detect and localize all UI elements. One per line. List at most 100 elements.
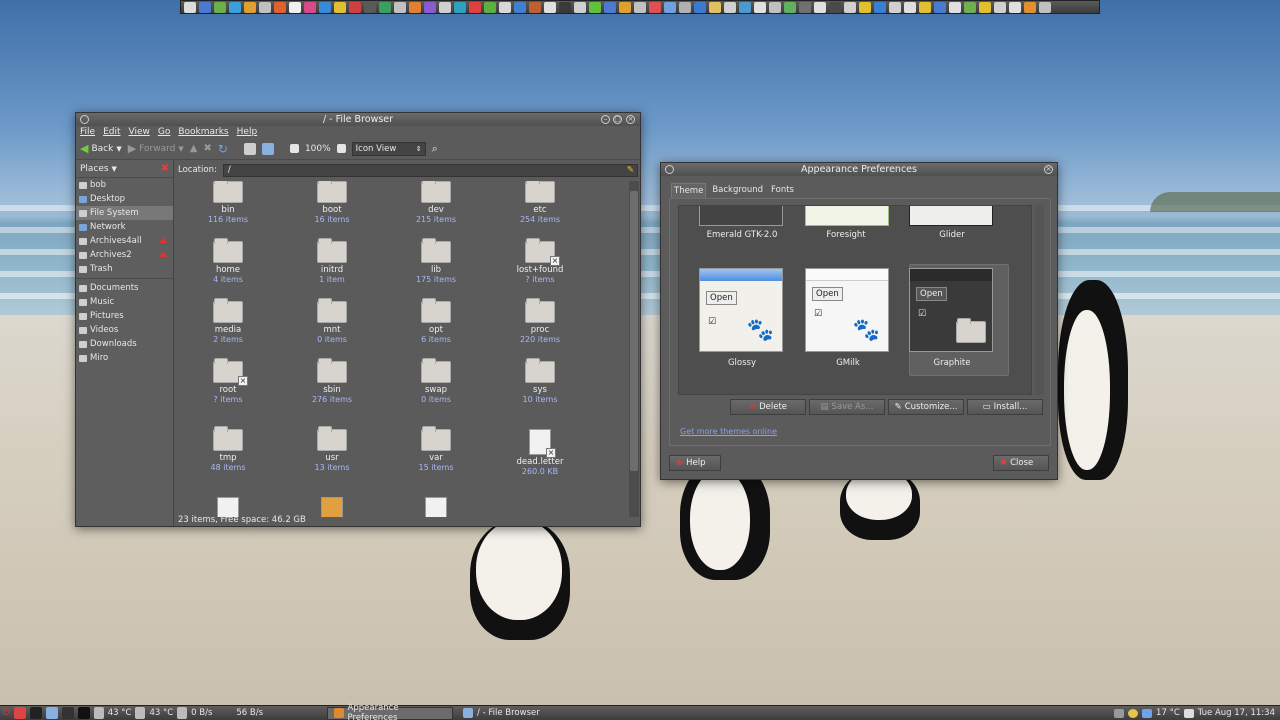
file-item[interactable]: initrd 1 item xyxy=(282,238,382,284)
launcher-icon[interactable] xyxy=(619,1,631,13)
launcher-icon[interactable] xyxy=(859,1,871,13)
file-item[interactable]: swap 0 items xyxy=(386,358,486,404)
launcher-icon[interactable] xyxy=(484,1,496,13)
menu-view[interactable]: View xyxy=(129,126,150,138)
launcher-icon[interactable] xyxy=(889,1,901,13)
launcher-icon[interactable] xyxy=(964,1,976,13)
place-trash[interactable]: Trash xyxy=(76,262,173,276)
launcher-icon[interactable] xyxy=(184,1,196,13)
theme-preview-foresight[interactable] xyxy=(805,206,889,226)
tab-fonts[interactable]: Fonts xyxy=(769,183,796,198)
launcher-icon[interactable] xyxy=(739,1,751,13)
launcher-icon[interactable] xyxy=(1024,1,1036,13)
launcher-icon[interactable] xyxy=(199,1,211,13)
launcher-icon[interactable] xyxy=(694,1,706,13)
search-icon[interactable]: ⌕ xyxy=(432,142,438,156)
place-desktop[interactable]: Desktop xyxy=(76,192,173,206)
theme-preview-glossy[interactable]: Open ☑ 🐾 xyxy=(699,268,783,352)
terminal-icon[interactable] xyxy=(29,707,42,719)
up-arrow-icon[interactable]: ▲ xyxy=(190,143,198,154)
launcher-icon[interactable] xyxy=(799,1,811,13)
launcher-icon[interactable] xyxy=(379,1,391,13)
launcher-icon[interactable] xyxy=(589,1,601,13)
launcher-icon[interactable] xyxy=(364,1,376,13)
launcher-icon[interactable] xyxy=(1009,1,1021,13)
file-item[interactable]: bin 116 items xyxy=(178,181,278,224)
launcher-icon[interactable] xyxy=(604,1,616,13)
file-item[interactable]: media 2 items xyxy=(178,298,278,344)
stop-icon[interactable]: ✖ xyxy=(203,143,211,154)
window-menu-icon[interactable] xyxy=(665,165,674,174)
zoom-out-icon[interactable] xyxy=(289,144,299,153)
bookmark-documents[interactable]: Documents xyxy=(76,281,173,295)
launcher-icon[interactable] xyxy=(634,1,646,13)
file-item[interactable]: home 4 items xyxy=(178,238,278,284)
appearance-titlebar[interactable]: Appearance Preferences × xyxy=(661,163,1057,176)
launcher-icon[interactable] xyxy=(514,1,526,13)
place-file-system[interactable]: File System xyxy=(76,206,173,220)
install-button[interactable]: ▭ Install... xyxy=(967,399,1043,415)
bookmark-pictures[interactable]: Pictures xyxy=(76,309,173,323)
place-archives4all[interactable]: Archives4all xyxy=(76,234,173,248)
location-input[interactable]: / ✎ xyxy=(222,163,638,177)
eject-icon[interactable] xyxy=(159,251,167,257)
close-icon[interactable]: × xyxy=(1044,165,1053,174)
power-icon[interactable]: ⏻ xyxy=(3,708,10,718)
launcher-icon[interactable] xyxy=(214,1,226,13)
launcher-icon[interactable] xyxy=(229,1,241,13)
workspace-2-icon[interactable] xyxy=(77,707,90,719)
window-menu-icon[interactable] xyxy=(80,115,89,124)
file-item[interactable]: sbin 276 items xyxy=(282,358,382,404)
launcher-icon[interactable] xyxy=(499,1,511,13)
vertical-scrollbar[interactable] xyxy=(629,181,639,517)
save-as-button[interactable]: ▤ Save As... xyxy=(809,399,885,415)
get-more-themes-link[interactable]: Get more themes online xyxy=(680,427,777,436)
launcher-icon[interactable] xyxy=(979,1,991,13)
launcher-icon[interactable] xyxy=(454,1,466,13)
close-icon[interactable]: × xyxy=(626,115,635,124)
launcher-icon[interactable] xyxy=(844,1,856,13)
launcher-icon[interactable] xyxy=(274,1,286,13)
launcher-icon[interactable] xyxy=(544,1,556,13)
launcher-icon[interactable] xyxy=(439,1,451,13)
menu-file[interactable]: File xyxy=(80,126,95,138)
weather-icon[interactable] xyxy=(1142,708,1153,718)
file-item[interactable]: usr 13 items xyxy=(282,426,382,472)
delete-button[interactable]: ⊘ Delete xyxy=(730,399,806,415)
launcher-icon[interactable] xyxy=(769,1,781,13)
file-item[interactable]: lib 175 items xyxy=(386,238,486,284)
theme-preview-graphite[interactable]: Open ☑ xyxy=(909,268,993,352)
launcher-icon[interactable] xyxy=(559,1,571,13)
menu-go[interactable]: Go xyxy=(158,126,170,138)
launcher-icon[interactable] xyxy=(424,1,436,13)
scrollbar-thumb[interactable] xyxy=(630,191,638,471)
tab-background[interactable]: Background xyxy=(710,183,765,198)
file-item[interactable]: sys 10 items xyxy=(490,358,590,404)
tray-update-icon[interactable] xyxy=(1128,708,1139,718)
eject-icon[interactable] xyxy=(159,237,167,243)
launcher-icon[interactable] xyxy=(664,1,676,13)
launcher-icon[interactable] xyxy=(919,1,931,13)
launcher-icon[interactable] xyxy=(1039,1,1051,13)
launcher-icon[interactable] xyxy=(904,1,916,13)
mail-icon[interactable] xyxy=(1183,708,1194,718)
file-item[interactable]: tmp 48 items xyxy=(178,426,278,472)
bookmark-music[interactable]: Music xyxy=(76,295,173,309)
launcher-icon[interactable] xyxy=(784,1,796,13)
file-item[interactable] xyxy=(282,497,382,517)
file-item[interactable]: proc 220 items xyxy=(490,298,590,344)
close-sidebar-icon[interactable]: ✖ xyxy=(161,163,169,174)
launcher-icon[interactable] xyxy=(259,1,271,13)
launcher-icon[interactable] xyxy=(289,1,301,13)
places-selector[interactable]: Places ▼ xyxy=(80,164,117,174)
tray-keyboard-icon[interactable] xyxy=(1114,708,1125,718)
menu-bookmarks[interactable]: Bookmarks xyxy=(178,126,228,138)
close-button[interactable]: ✖ Close xyxy=(993,455,1049,471)
launcher-icon[interactable] xyxy=(334,1,346,13)
back-button[interactable]: ◀ Back ▼ xyxy=(80,142,122,155)
launcher-icon[interactable] xyxy=(319,1,331,13)
theme-list-scrollbar[interactable] xyxy=(1035,205,1044,395)
menu-help[interactable]: Help xyxy=(237,126,258,138)
minimize-icon[interactable]: – xyxy=(601,115,610,124)
launcher-icon[interactable] xyxy=(874,1,886,13)
